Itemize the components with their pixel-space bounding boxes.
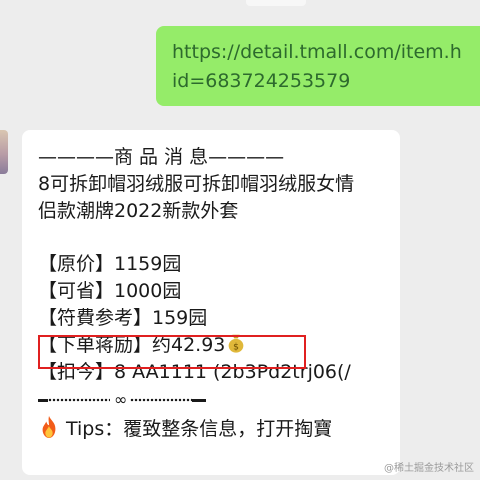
previous-message-remnant: [246, 0, 306, 6]
order-reward-highlight-box: [38, 335, 306, 369]
watermark: @稀土掘金技术社区: [384, 463, 474, 474]
message-header: ————商 品 消 息————: [38, 146, 285, 168]
sent-link-line-1[interactable]: https://detail.tmall.com/item.h: [172, 38, 480, 67]
reference-price: 【符費参考】159园: [38, 307, 208, 329]
original-price: 【原价】1159园: [38, 253, 182, 275]
product-title-line-1: 8可拆卸帽羽绒服可拆卸帽羽绒服女情: [38, 173, 355, 195]
tips-text: Tips：覆致整条信息，打开掏寶: [66, 418, 333, 440]
sent-link-line-2[interactable]: id=683724253579: [172, 67, 480, 96]
fire-icon: [42, 416, 56, 438]
tips-row: Tips：覆致整条信息，打开掏寶: [38, 415, 400, 442]
savings-amount: 【可省】1000园: [38, 280, 182, 302]
product-title-line-2: 侣款潮牌2022新款外套: [38, 200, 239, 222]
received-message-bubble[interactable]: ————商 品 消 息———— 8可拆卸帽羽绒服可拆卸帽羽绒服女情 侣款潮牌20…: [22, 130, 400, 475]
decorative-divider: ∞: [38, 389, 208, 411]
sent-message-bubble[interactable]: https://detail.tmall.com/item.h id=68372…: [156, 26, 480, 106]
infinity-symbol: ∞: [114, 390, 128, 409]
contact-avatar[interactable]: [0, 130, 8, 174]
